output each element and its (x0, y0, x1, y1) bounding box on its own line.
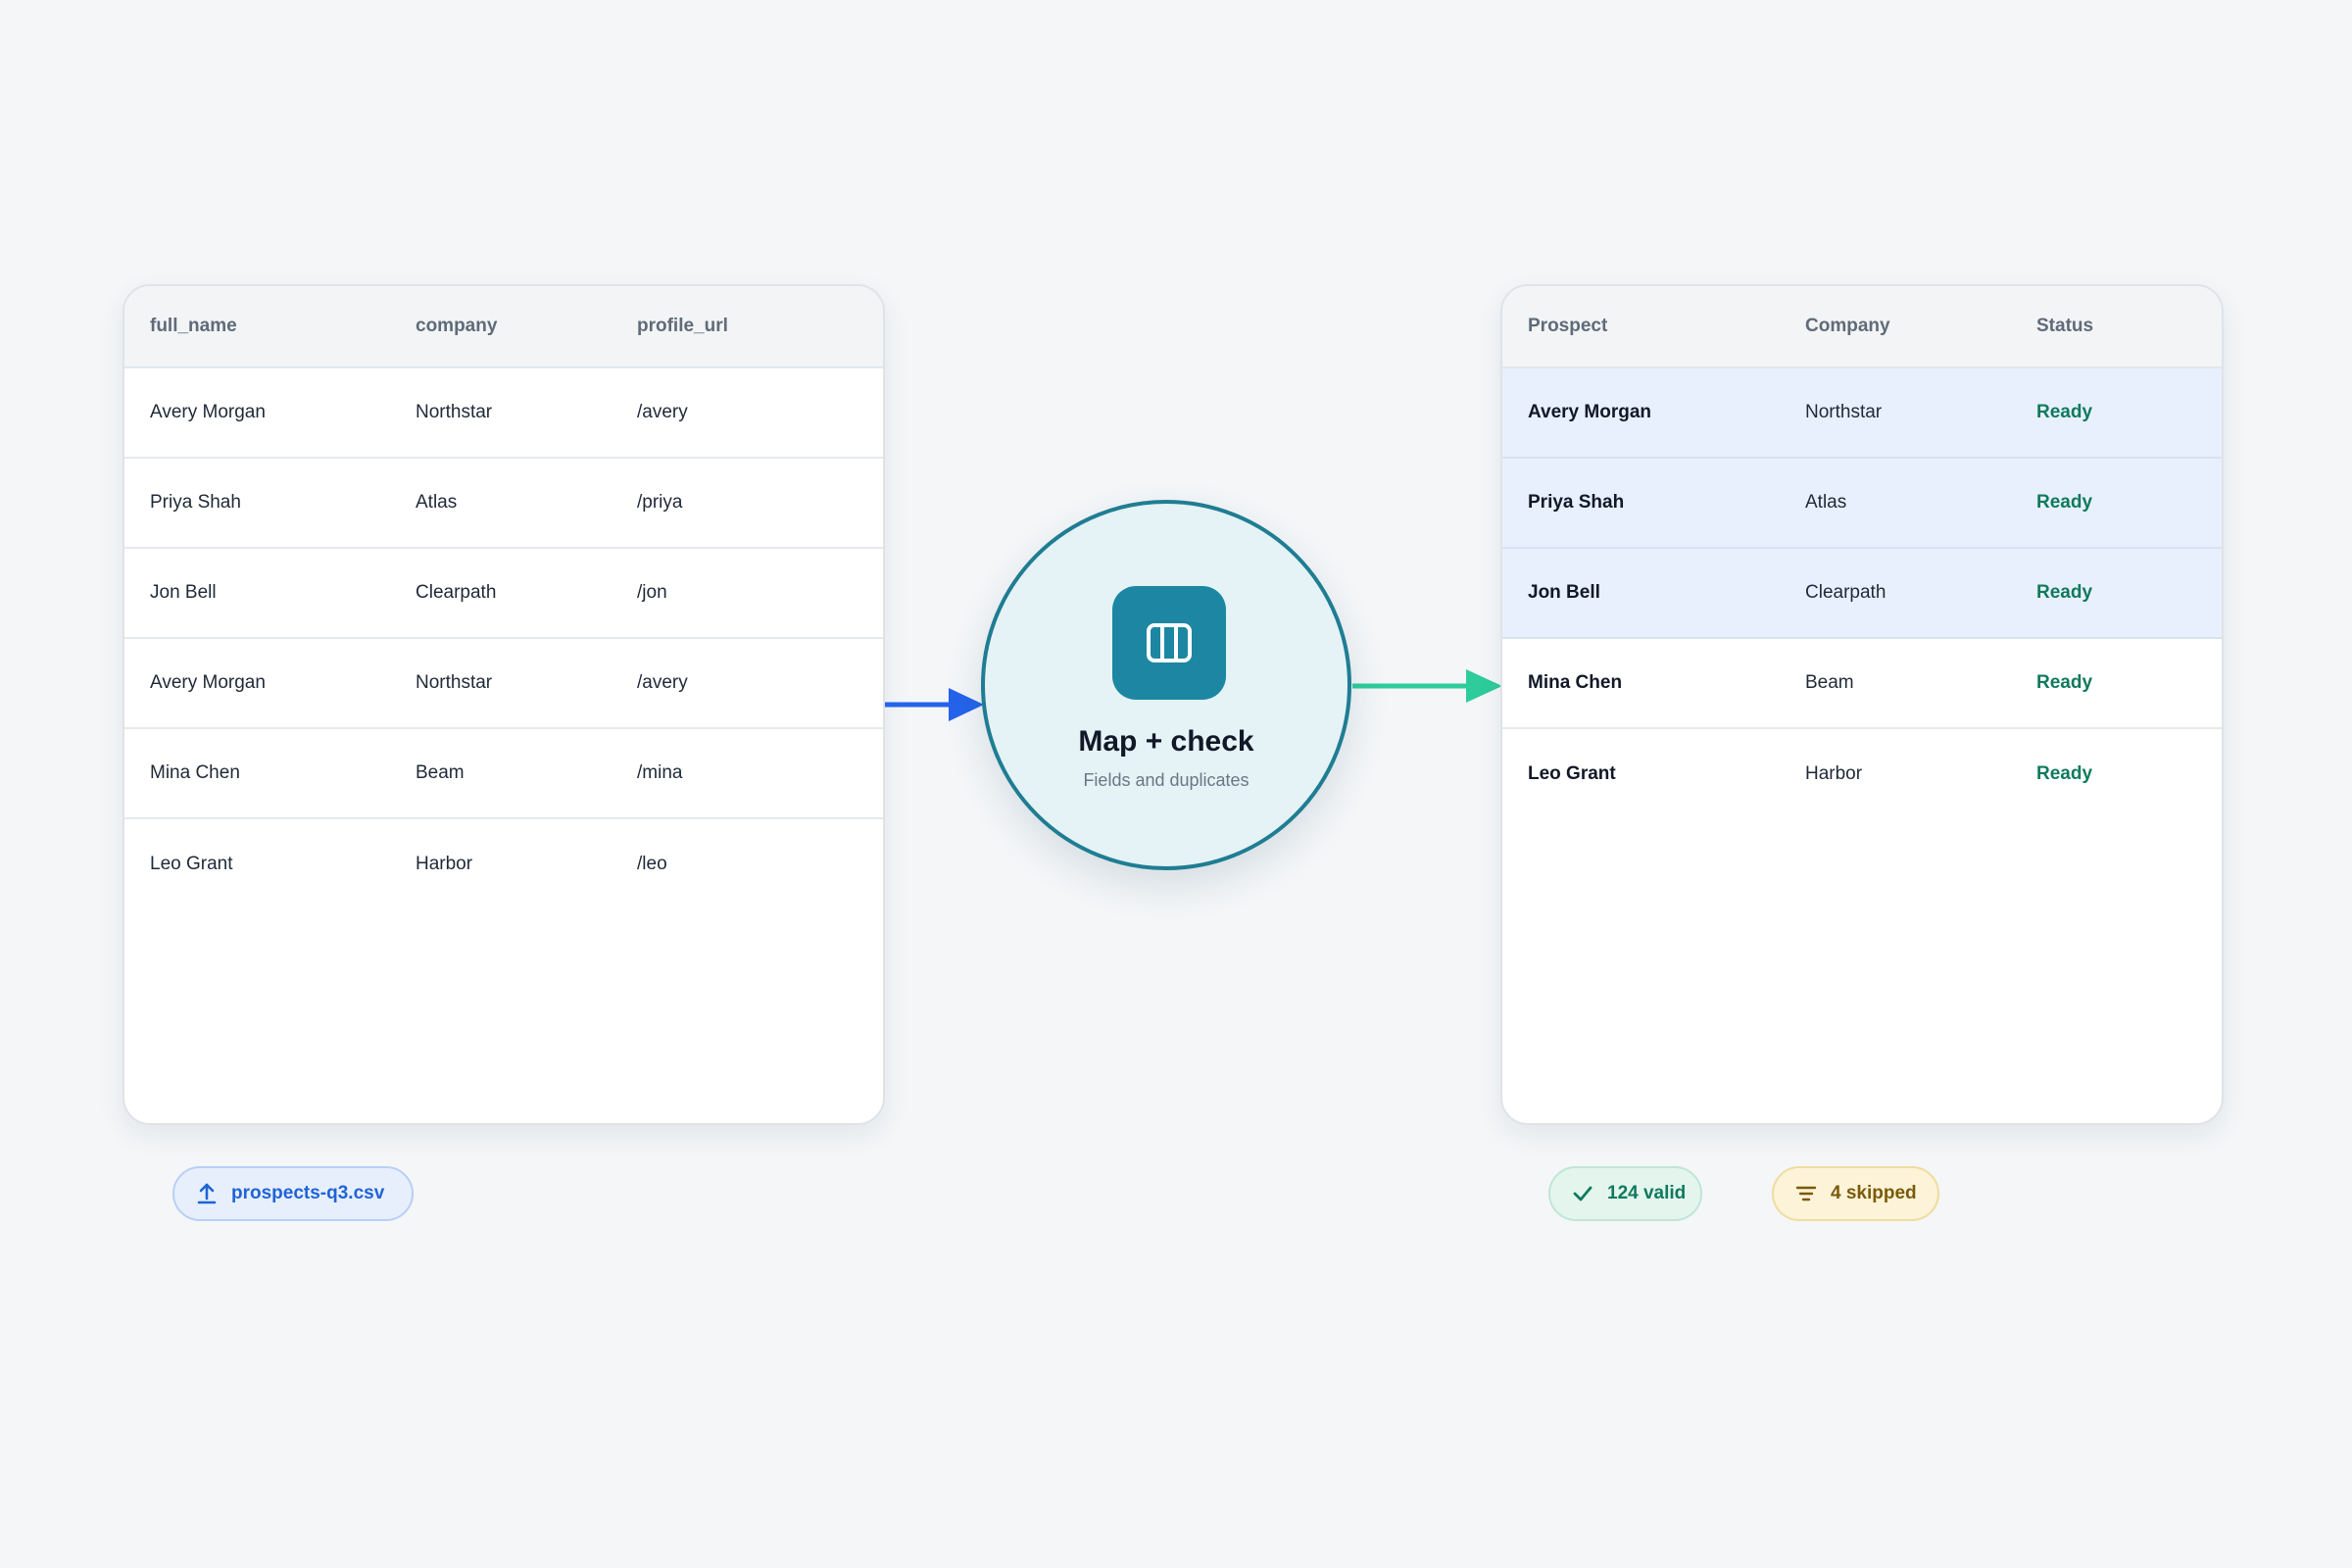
cell-full-name: Priya Shah (150, 492, 241, 513)
cell-full-name: Avery Morgan (150, 672, 266, 693)
skipped-count-badge: 4 skipped (1772, 1166, 1939, 1221)
filter-icon (1795, 1186, 1817, 1201)
cell-company: Harbor (1805, 763, 1863, 784)
cell-profile-url: /jon (637, 582, 667, 603)
input-arrow-head (949, 688, 984, 721)
table-row: Avery Morgan Northstar Ready (1502, 368, 2222, 459)
table-row: Avery Morgan Northstar /avery (124, 368, 883, 459)
pipeline-diagram: full_name company profile_url Avery Morg… (0, 0, 2352, 1568)
process-subtitle: Fields and duplicates (1083, 770, 1250, 790)
table-row: Leo Grant Harbor Ready (1502, 729, 2222, 819)
cell-company: Beam (1805, 672, 1854, 693)
column-header: Company (1805, 316, 1890, 336)
process-node: Map + check Fields and duplicates (981, 500, 1351, 870)
skipped-count-label: 4 skipped (1831, 1183, 1917, 1203)
table-row: Priya Shah Atlas Ready (1502, 459, 2222, 549)
process-title: Map + check (1078, 725, 1254, 758)
valid-count-badge: 124 valid (1548, 1166, 1702, 1221)
table-row: Avery Morgan Northstar /avery (124, 639, 883, 729)
table-row: Priya Shah Atlas /priya (124, 459, 883, 549)
cell-company: Northstar (1805, 402, 1883, 422)
cell-profile-url: /avery (637, 672, 688, 693)
cell-full-name: Mina Chen (150, 762, 240, 783)
column-header: company (416, 316, 498, 336)
cell-company: Harbor (416, 854, 473, 874)
cell-full-name: Jon Bell (150, 582, 217, 603)
cell-prospect: Mina Chen (1528, 672, 1623, 693)
cell-company: Clearpath (416, 582, 497, 603)
upload-icon (197, 1183, 217, 1204)
source-table: full_name company profile_url Avery Morg… (122, 284, 885, 1125)
file-badge[interactable]: prospects-q3.csv (172, 1166, 414, 1221)
cell-profile-url: /mina (637, 762, 683, 783)
table-row: Jon Bell Clearpath /jon (124, 549, 883, 639)
table-row: Mina Chen Beam Ready (1502, 639, 2222, 729)
cell-company: Beam (416, 762, 465, 783)
table-row: Leo Grant Harbor /leo (124, 819, 883, 909)
cell-company: Northstar (416, 402, 493, 422)
columns-icon (1112, 586, 1226, 700)
column-header: Status (2036, 316, 2094, 336)
file-badge-label: prospects-q3.csv (231, 1183, 385, 1203)
cell-company: Atlas (1805, 492, 1847, 513)
cell-profile-url: /avery (637, 402, 688, 422)
cell-prospect: Leo Grant (1528, 763, 1616, 784)
status-badge: Ready (2036, 672, 2093, 693)
check-icon (1573, 1186, 1592, 1201)
status-badge: Ready (2036, 492, 2093, 513)
column-header: Prospect (1528, 316, 1608, 336)
column-header: full_name (150, 316, 237, 336)
status-badge: Ready (2036, 582, 2093, 603)
cell-prospect: Priya Shah (1528, 492, 1625, 513)
cell-company: Clearpath (1805, 582, 1886, 603)
cell-full-name: Leo Grant (150, 854, 233, 874)
cell-company: Atlas (416, 492, 458, 513)
output-arrow-head (1466, 669, 1502, 703)
table-row: Mina Chen Beam /mina (124, 729, 883, 819)
status-badge: Ready (2036, 402, 2093, 422)
output-table-header: Prospect Company Status (1502, 286, 2222, 368)
cell-company: Northstar (416, 672, 493, 693)
valid-count-label: 124 valid (1607, 1183, 1687, 1203)
column-header: profile_url (637, 316, 728, 336)
cell-full-name: Avery Morgan (150, 402, 266, 422)
cell-prospect: Avery Morgan (1528, 402, 1651, 422)
output-table: Prospect Company Status Avery Morgan Nor… (1500, 284, 2224, 1125)
source-table-header: full_name company profile_url (124, 286, 883, 368)
table-row: Jon Bell Clearpath Ready (1502, 549, 2222, 639)
cell-profile-url: /leo (637, 854, 667, 874)
cell-prospect: Jon Bell (1528, 582, 1600, 603)
cell-profile-url: /priya (637, 492, 683, 513)
status-badge: Ready (2036, 763, 2093, 784)
